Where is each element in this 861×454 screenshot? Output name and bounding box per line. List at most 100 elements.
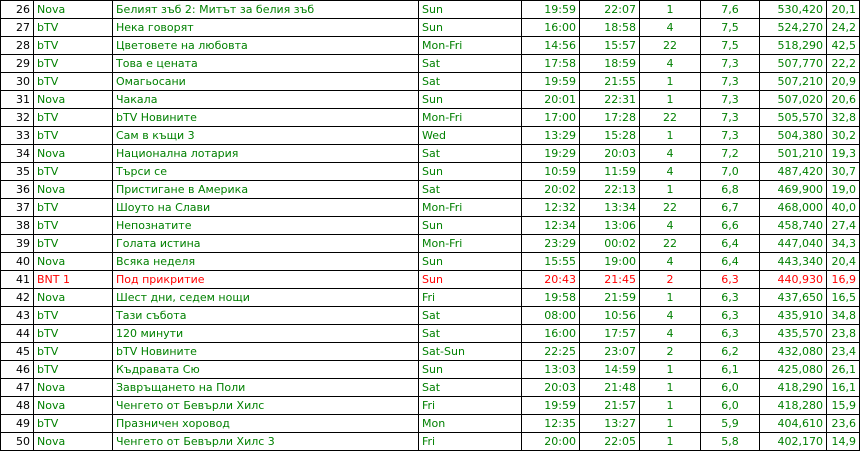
rank-cell[interactable]: 50	[0, 432, 34, 451]
title-cell[interactable]: Шест дни, седем нощи	[112, 288, 419, 307]
title-cell[interactable]: Всяка неделя	[112, 252, 419, 271]
rank-cell[interactable]: 49	[0, 414, 34, 433]
start-time-cell[interactable]: 22:25	[521, 342, 580, 361]
rating-cell[interactable]: 7,5	[700, 18, 760, 37]
viewers-cell[interactable]: 432,080	[759, 342, 827, 361]
start-time-cell[interactable]: 16:00	[521, 18, 580, 37]
rating-cell[interactable]: 7,5	[700, 36, 760, 55]
title-cell[interactable]: Завръщането на Поли	[112, 378, 419, 397]
day-cell[interactable]: Mon	[418, 414, 522, 433]
viewers-cell[interactable]: 447,040	[759, 234, 827, 253]
end-time-cell[interactable]: 22:31	[579, 90, 640, 109]
channel-cell[interactable]: Nova	[33, 288, 113, 307]
start-time-cell[interactable]: 20:00	[521, 432, 580, 451]
title-cell[interactable]: Цветовете на любовта	[112, 36, 419, 55]
channel-cell[interactable]: Nova	[33, 0, 113, 19]
count-cell[interactable]: 1	[639, 432, 701, 451]
rating-cell[interactable]: 7,0	[700, 162, 760, 181]
day-cell[interactable]: Sat	[418, 180, 522, 199]
channel-cell[interactable]: bTV	[33, 306, 113, 325]
viewers-cell[interactable]: 404,610	[759, 414, 827, 433]
start-time-cell[interactable]: 13:03	[521, 360, 580, 379]
start-time-cell[interactable]: 20:03	[521, 378, 580, 397]
start-time-cell[interactable]: 19:58	[521, 288, 580, 307]
day-cell[interactable]: Wed	[418, 126, 522, 145]
start-time-cell[interactable]: 14:56	[521, 36, 580, 55]
rating-cell[interactable]: 6,3	[700, 306, 760, 325]
title-cell[interactable]: Пристигане в Америка	[112, 180, 419, 199]
viewers-cell[interactable]: 418,290	[759, 378, 827, 397]
rating-cell[interactable]: 7,3	[700, 108, 760, 127]
rating-cell[interactable]: 6,8	[700, 180, 760, 199]
share-cell[interactable]: 23,8	[826, 324, 860, 343]
day-cell[interactable]: Sat	[418, 144, 522, 163]
day-cell[interactable]: Sun	[418, 162, 522, 181]
count-cell[interactable]: 1	[639, 180, 701, 199]
end-time-cell[interactable]: 22:13	[579, 180, 640, 199]
channel-cell[interactable]: bTV	[33, 342, 113, 361]
share-cell[interactable]: 32,8	[826, 108, 860, 127]
count-cell[interactable]: 4	[639, 324, 701, 343]
rating-cell[interactable]: 6,1	[700, 360, 760, 379]
start-time-cell[interactable]: 12:35	[521, 414, 580, 433]
viewers-cell[interactable]: 469,900	[759, 180, 827, 199]
count-cell[interactable]: 1	[639, 126, 701, 145]
day-cell[interactable]: Mon-Fri	[418, 234, 522, 253]
title-cell[interactable]: Ченгето от Бевърли Хилс	[112, 396, 419, 415]
rank-cell[interactable]: 37	[0, 198, 34, 217]
rank-cell[interactable]: 40	[0, 252, 34, 271]
count-cell[interactable]: 1	[639, 72, 701, 91]
start-time-cell[interactable]: 20:02	[521, 180, 580, 199]
share-cell[interactable]: 20,9	[826, 72, 860, 91]
rating-cell[interactable]: 7,3	[700, 54, 760, 73]
rating-cell[interactable]: 6,4	[700, 252, 760, 271]
viewers-cell[interactable]: 468,000	[759, 198, 827, 217]
title-cell[interactable]: Тази събота	[112, 306, 419, 325]
rating-cell[interactable]: 6,7	[700, 198, 760, 217]
channel-cell[interactable]: bTV	[33, 360, 113, 379]
count-cell[interactable]: 4	[639, 216, 701, 235]
day-cell[interactable]: Sun	[418, 216, 522, 235]
end-time-cell[interactable]: 22:05	[579, 432, 640, 451]
rank-cell[interactable]: 35	[0, 162, 34, 181]
channel-cell[interactable]: bTV	[33, 162, 113, 181]
channel-cell[interactable]: bTV	[33, 72, 113, 91]
viewers-cell[interactable]: 437,650	[759, 288, 827, 307]
count-cell[interactable]: 4	[639, 162, 701, 181]
rating-cell[interactable]: 5,9	[700, 414, 760, 433]
rating-cell[interactable]: 7,2	[700, 144, 760, 163]
count-cell[interactable]: 1	[639, 414, 701, 433]
rating-cell[interactable]: 6,4	[700, 234, 760, 253]
viewers-cell[interactable]: 524,270	[759, 18, 827, 37]
day-cell[interactable]: Sat	[418, 306, 522, 325]
count-cell[interactable]: 1	[639, 90, 701, 109]
count-cell[interactable]: 22	[639, 108, 701, 127]
rank-cell[interactable]: 39	[0, 234, 34, 253]
channel-cell[interactable]: Nova	[33, 378, 113, 397]
rating-cell[interactable]: 7,3	[700, 72, 760, 91]
rank-cell[interactable]: 29	[0, 54, 34, 73]
channel-cell[interactable]: Nova	[33, 144, 113, 163]
share-cell[interactable]: 24,2	[826, 18, 860, 37]
share-cell[interactable]: 27,4	[826, 216, 860, 235]
viewers-cell[interactable]: 507,210	[759, 72, 827, 91]
rank-cell[interactable]: 42	[0, 288, 34, 307]
share-cell[interactable]: 42,5	[826, 36, 860, 55]
count-cell[interactable]: 1	[639, 0, 701, 19]
rank-cell[interactable]: 28	[0, 36, 34, 55]
count-cell[interactable]: 1	[639, 378, 701, 397]
day-cell[interactable]: Fri	[418, 396, 522, 415]
count-cell[interactable]: 2	[639, 342, 701, 361]
viewers-cell[interactable]: 440,930	[759, 270, 827, 289]
viewers-cell[interactable]: 443,340	[759, 252, 827, 271]
share-cell[interactable]: 14,9	[826, 432, 860, 451]
channel-cell[interactable]: bTV	[33, 36, 113, 55]
title-cell[interactable]: Къдравата Сю	[112, 360, 419, 379]
viewers-cell[interactable]: 487,420	[759, 162, 827, 181]
start-time-cell[interactable]: 08:00	[521, 306, 580, 325]
viewers-cell[interactable]: 518,290	[759, 36, 827, 55]
rank-cell[interactable]: 32	[0, 108, 34, 127]
count-cell[interactable]: 4	[639, 306, 701, 325]
channel-cell[interactable]: Nova	[33, 432, 113, 451]
title-cell[interactable]: Омагьосани	[112, 72, 419, 91]
